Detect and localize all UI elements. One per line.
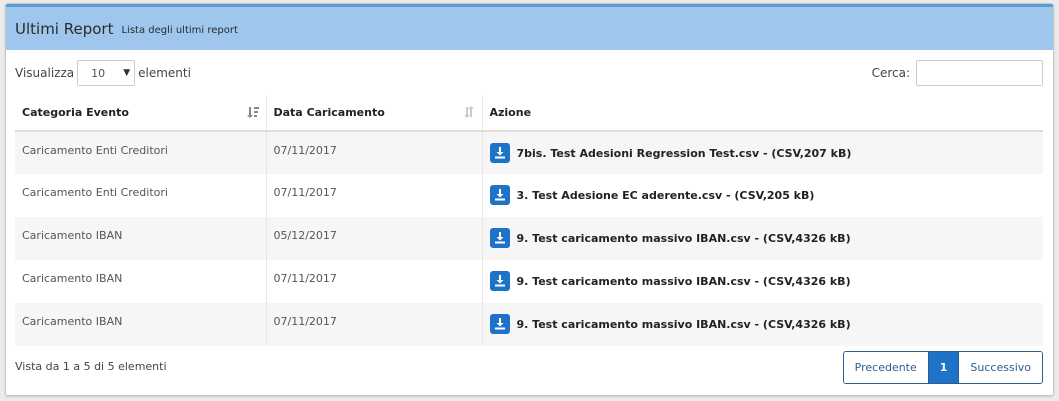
download-icon[interactable] [489, 143, 510, 163]
cell-azione: 9. Test caricamento massivo IBAN.csv - (… [482, 260, 1043, 303]
column-header-label: Azione [489, 106, 532, 119]
page-1-button[interactable]: 1 [927, 352, 960, 383]
panel-header: Ultimi Report Lista degli ultimi report [6, 4, 1053, 50]
table-toolbar: Visualizza 10 ▼ elementi Cerca: [15, 59, 1043, 87]
download-label[interactable]: 9. Test caricamento massivo IBAN.csv - (… [517, 275, 851, 288]
download-label[interactable]: 7bis. Test Adesioni Regression Test.csv … [517, 147, 852, 160]
download-link[interactable]: 9. Test caricamento massivo IBAN.csv - (… [489, 271, 1037, 291]
table-row: Caricamento IBAN 07/11/2017 9. Test cari… [15, 303, 1043, 346]
cell-categoria: Caricamento Enti Creditori [15, 131, 267, 174]
download-label[interactable]: 9. Test caricamento massivo IBAN.csv - (… [517, 232, 851, 245]
download-icon[interactable] [489, 185, 510, 205]
panel-subtitle: Lista degli ultimi report [121, 24, 238, 36]
column-header-label: Data Caricamento [273, 106, 385, 119]
report-panel: Ultimi Report Lista degli ultimi report … [5, 3, 1054, 396]
page-length-value: 10 [91, 66, 106, 80]
table-row: Caricamento Enti Creditori 07/11/2017 3.… [15, 174, 1043, 217]
search-label: Cerca: [871, 66, 910, 80]
cell-azione: 9. Test caricamento massivo IBAN.csv - (… [482, 303, 1043, 346]
column-header-data[interactable]: Data Caricamento [266, 95, 483, 132]
download-link[interactable]: 7bis. Test Adesioni Regression Test.csv … [489, 143, 1037, 163]
cell-categoria: Caricamento IBAN [15, 303, 267, 346]
cell-azione: 7bis. Test Adesioni Regression Test.csv … [482, 131, 1043, 174]
chevron-down-icon: ▼ [123, 68, 131, 78]
column-header-azione: Azione [482, 95, 1043, 132]
reports-table: Categoria Evento Data Caricamento Azione [15, 95, 1043, 346]
table-row: Caricamento IBAN 05/12/2017 9. Test cari… [15, 217, 1043, 260]
previous-page-button[interactable]: Precedente [843, 352, 928, 383]
page-length-select[interactable]: 10 ▼ [77, 60, 136, 86]
column-header-label: Categoria Evento [22, 106, 129, 119]
page-length-label: Visualizza [15, 66, 75, 80]
download-label[interactable]: 9. Test caricamento massivo IBAN.csv - (… [517, 318, 851, 331]
page-length-suffix: elementi [138, 66, 191, 80]
search-control: Cerca: [872, 60, 1043, 86]
page-length-control: Visualizza 10 ▼ elementi [15, 60, 191, 86]
search-input[interactable] [916, 60, 1043, 86]
cell-azione: 9. Test caricamento massivo IBAN.csv - (… [482, 217, 1043, 260]
cell-categoria: Caricamento IBAN [15, 217, 267, 260]
download-icon[interactable] [489, 271, 510, 291]
cell-data: 05/12/2017 [266, 217, 483, 260]
download-icon[interactable] [489, 314, 510, 334]
table-row: Caricamento Enti Creditori 07/11/2017 7b… [15, 131, 1043, 174]
cell-data: 07/11/2017 [266, 174, 483, 217]
cell-categoria: Caricamento Enti Creditori [15, 174, 267, 217]
download-link[interactable]: 3. Test Adesione EC aderente.csv - (CSV,… [489, 185, 1037, 205]
cell-data: 07/11/2017 [266, 131, 483, 174]
cell-data: 07/11/2017 [266, 260, 483, 303]
sort-icon [463, 106, 475, 121]
column-header-categoria[interactable]: Categoria Evento [15, 95, 267, 132]
next-page-button[interactable]: Successivo [959, 352, 1042, 383]
cell-azione: 3. Test Adesione EC aderente.csv - (CSV,… [482, 174, 1043, 217]
download-link[interactable]: 9. Test caricamento massivo IBAN.csv - (… [489, 314, 1037, 334]
table-row: Caricamento IBAN 07/11/2017 9. Test cari… [15, 260, 1043, 303]
cell-data: 07/11/2017 [266, 303, 483, 346]
download-label[interactable]: 3. Test Adesione EC aderente.csv - (CSV,… [517, 189, 815, 202]
download-link[interactable]: 9. Test caricamento massivo IBAN.csv - (… [489, 228, 1037, 248]
pagination: Precedente 1 Successivo [842, 351, 1043, 384]
sort-desc-icon [246, 106, 259, 121]
table-header-row: Categoria Evento Data Caricamento Azione [15, 95, 1043, 132]
cell-categoria: Caricamento IBAN [15, 260, 267, 303]
panel-title: Ultimi Report [15, 19, 114, 38]
table-info: Vista da 1 a 5 di 5 elementi [15, 360, 167, 373]
download-icon[interactable] [489, 228, 510, 248]
